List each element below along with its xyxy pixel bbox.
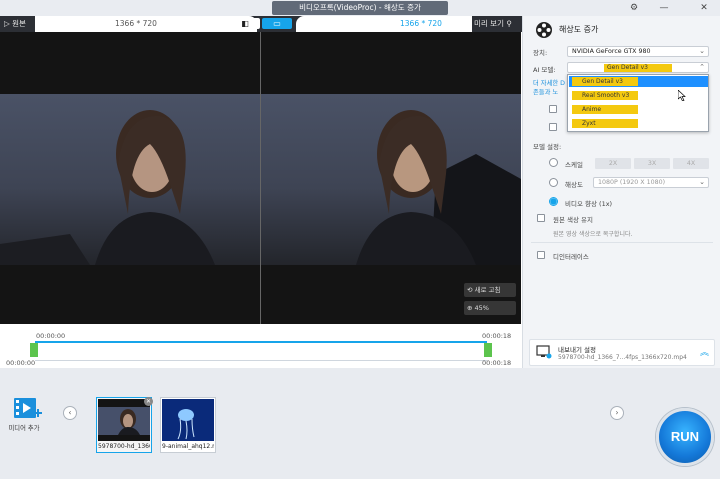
right-header: 1366 * 720 xyxy=(296,16,472,32)
panel-title: 해상도 증가 xyxy=(559,25,599,34)
search-icon: ⚲ xyxy=(506,19,512,28)
device-label: 장치: xyxy=(533,49,548,57)
scale-4x-button[interactable]: 4X xyxy=(673,158,709,169)
export-settings[interactable]: 내보내기 설정 5978700-hd_1366_7...4fps_1366x72… xyxy=(529,339,715,366)
ai-model-label: AI 모델: xyxy=(533,66,556,74)
end-time-top: 00:00:18 xyxy=(482,332,512,340)
zoom-button[interactable]: ⊕ 45% xyxy=(464,301,516,315)
close-icon[interactable]: ✕ xyxy=(694,0,714,16)
media-filename-1: 5978700-hd_1366 xyxy=(98,443,150,450)
chevron-down-icon: ⌄ xyxy=(699,178,705,186)
video-quality-radio[interactable] xyxy=(549,197,558,206)
chevron-double-up-icon[interactable]: ︽ xyxy=(700,345,709,358)
video-quality-label: 비디오 향상 (1x) xyxy=(565,200,613,208)
remove-media-icon[interactable]: ✕ xyxy=(144,397,153,406)
start-time-bottom: 00:00:00 xyxy=(6,359,36,367)
info-text-1: 더 자세한 D xyxy=(533,80,566,87)
right-resolution: 1366 * 720 xyxy=(400,19,442,28)
dropdown-option-anime[interactable]: Anime xyxy=(572,105,638,114)
portrait-image xyxy=(356,110,521,265)
resolution-value: 1080P (1920 X 1080) xyxy=(598,179,666,186)
resolution-label: 해상도 xyxy=(565,181,583,189)
window-title: 비디오프록(VideoProc) - 해상도 증가 xyxy=(272,1,448,15)
chevron-up-icon: ⌃ xyxy=(699,63,705,71)
media-item-1[interactable]: 5978700-hd_1366 xyxy=(96,397,152,453)
minimize-icon[interactable]: — xyxy=(654,0,674,16)
gear-icon[interactable]: ⚙ xyxy=(624,0,644,16)
reset-text: 새로 고침 xyxy=(474,286,501,294)
split-view-icon[interactable]: ◧ xyxy=(230,18,260,29)
scale-2x-button[interactable]: 2X xyxy=(595,158,631,169)
enhanced-video xyxy=(261,32,521,324)
checkbox-option[interactable] xyxy=(549,123,557,131)
video-frame xyxy=(261,94,521,265)
info-text-2: 존들과 노 xyxy=(533,89,559,96)
add-video-icon xyxy=(14,398,42,418)
keep-color-checkbox[interactable] xyxy=(537,214,545,222)
trim-start-handle[interactable] xyxy=(30,343,38,357)
refresh-icon: ⟲ xyxy=(467,286,473,294)
dropdown-option-zyxt[interactable]: Zyxt xyxy=(572,119,638,128)
keep-color-label: 원본 색상 유지 xyxy=(553,216,594,224)
media-filename-2: 9-animal_ahq12.r xyxy=(162,443,214,450)
reset-button[interactable]: ⟲ 새로 고침 xyxy=(464,283,516,297)
ai-model-value: Gen Detail v3 xyxy=(604,64,672,72)
export-label: 내보내기 설정 xyxy=(558,346,596,354)
ai-model-select[interactable]: Gen Detail v3 ⌃ xyxy=(567,62,709,73)
timeline: 00:00:00 00:00:18 00:00:00 00:00:18 xyxy=(0,324,522,368)
original-label: ▷ 원본 xyxy=(4,19,26,28)
deinterlace-label: 디인터레이스 xyxy=(553,253,589,261)
left-header: 1366 * 720 xyxy=(35,16,257,32)
zoom-text: 45% xyxy=(474,304,489,312)
side-by-side-icon[interactable]: ▭ xyxy=(262,18,292,29)
scroll-left-button[interactable]: ‹ xyxy=(63,406,77,420)
thumbnail-image xyxy=(162,399,214,441)
scroll-right-button[interactable]: › xyxy=(610,406,624,420)
media-bar: 미디어 추가 ‹ 5978700-hd_1366 9-animal_ahq12.… xyxy=(0,368,720,479)
end-time-bottom: 00:00:18 xyxy=(482,359,512,367)
divider xyxy=(531,242,713,243)
deinterlace-checkbox[interactable] xyxy=(537,251,545,259)
trim-end-handle[interactable] xyxy=(484,343,492,357)
media-item-2[interactable]: 9-animal_ahq12.r xyxy=(160,397,216,453)
ai-model-dropdown: Gen Detail v3 Real Smooth v3 Anime Zyxt xyxy=(567,74,709,132)
model-settings-label: 모델 설정: xyxy=(533,143,562,151)
settings-panel: 해상도 증가 장치: NVIDIA GeForce GTX 980 ⌄ AI 모… xyxy=(522,16,720,368)
scale-3x-button[interactable]: 3X xyxy=(634,158,670,169)
preview-text: 미리 보기 xyxy=(474,19,504,28)
run-button[interactable]: RUN xyxy=(656,408,714,466)
scale-radio[interactable] xyxy=(549,158,558,167)
scale-label: 스케일 xyxy=(565,161,583,169)
film-reel-icon xyxy=(536,22,552,38)
add-media-label: 미디어 추가 xyxy=(8,425,40,432)
start-time-top: 00:00:00 xyxy=(36,332,66,340)
left-resolution: 1366 * 720 xyxy=(115,19,157,28)
preview-button[interactable]: 미리 보기 ⚲ xyxy=(474,16,512,32)
preview-header: ▷ 원본 1366 * 720 1366 * 720 ◧ ▭ 미리 보기 ⚲ xyxy=(0,16,522,32)
export-file: 5978700-hd_1366_7...4fps_1366x720.mp4 xyxy=(558,354,687,361)
keep-color-desc: 원본 영상 색상으로 복구합니다. xyxy=(553,231,633,238)
checkbox-enhance[interactable] xyxy=(549,105,557,113)
resolution-radio[interactable] xyxy=(549,178,558,187)
zoom-icon: ⊕ xyxy=(467,304,473,312)
monitor-gear-icon xyxy=(536,345,552,359)
thumbnail-image xyxy=(98,399,150,441)
cursor-icon xyxy=(678,90,686,101)
original-video xyxy=(0,32,260,324)
resolution-select[interactable]: 1080P (1920 X 1080) ⌄ xyxy=(593,177,709,188)
dropdown-option-gen-detail[interactable]: Gen Detail v3 xyxy=(572,77,638,86)
device-value: NVIDIA GeForce GTX 980 xyxy=(572,48,651,55)
title-bar: 비디오프록(VideoProc) - 해상도 증가 ⚙ — ✕ xyxy=(0,0,720,16)
video-frame xyxy=(0,94,260,265)
compare-toggle: ◧ ▭ xyxy=(230,18,292,29)
chevron-down-icon: ⌄ xyxy=(699,47,705,55)
dropdown-option-real-smooth[interactable]: Real Smooth v3 xyxy=(572,91,638,100)
portrait-image xyxy=(0,110,215,265)
original-text: 원본 xyxy=(12,19,26,28)
device-select[interactable]: NVIDIA GeForce GTX 980 ⌄ xyxy=(567,46,709,57)
trim-range[interactable] xyxy=(35,343,487,361)
